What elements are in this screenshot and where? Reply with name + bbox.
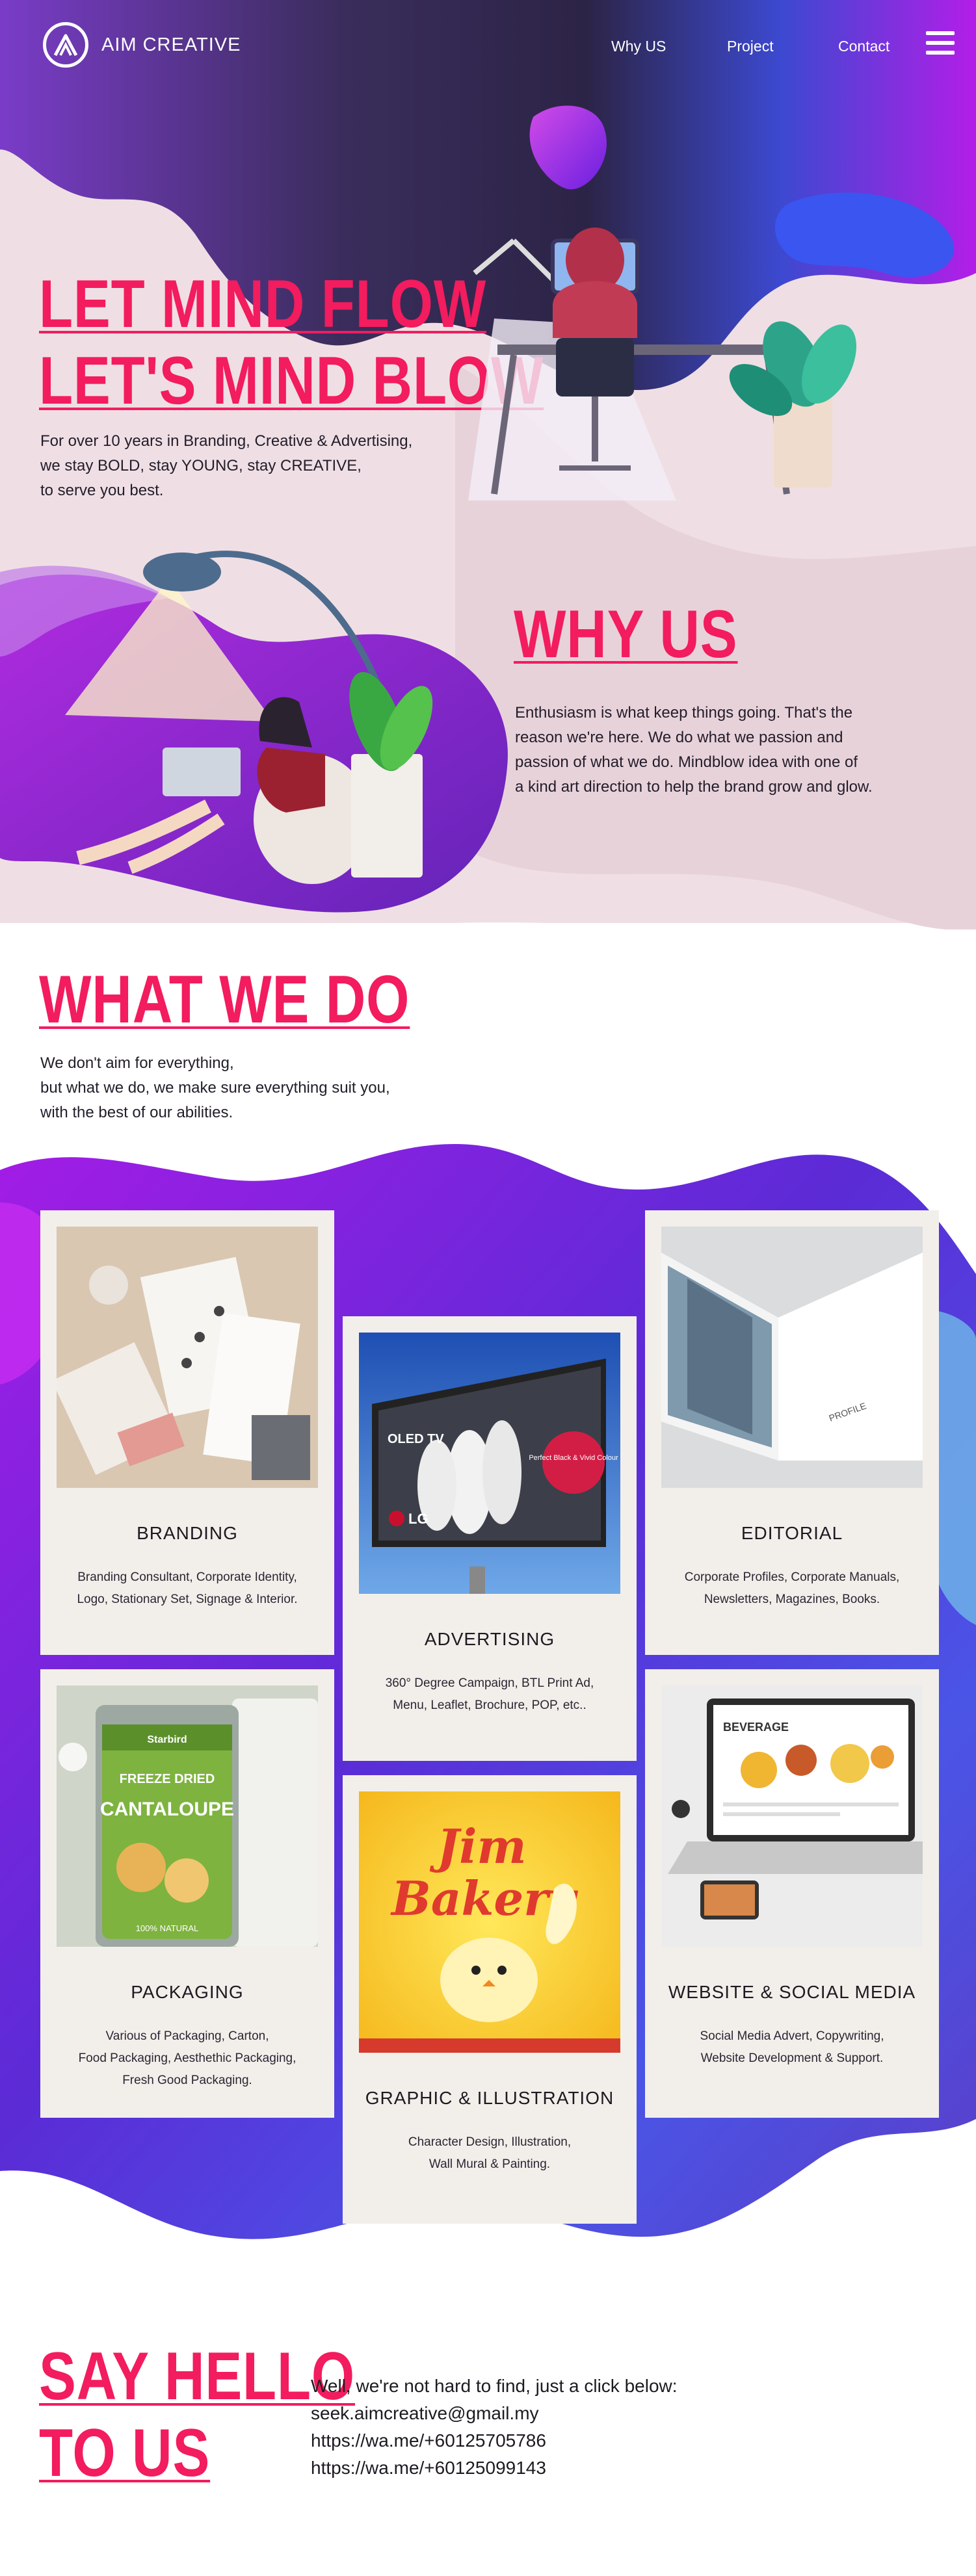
service-description: Social Media Advert, Copywriting, Websit… xyxy=(671,2025,913,2070)
service-description: Various of Packaging, Carton, Food Packa… xyxy=(66,2025,308,2092)
why-us-line: Enthusiasm is what keep things going. Th… xyxy=(515,704,853,722)
contact-whatsapp-link-2[interactable]: https://wa.me/+60125099143 xyxy=(311,2454,678,2482)
web-heading-text: BEVERAGE xyxy=(723,1721,789,1734)
contact-heading-2: TO US xyxy=(39,2415,211,2491)
branding-image xyxy=(57,1227,318,1488)
service-desc-line: Menu, Leaflet, Brochure, POP, etc.. xyxy=(393,1698,587,1712)
hero-line: we stay BOLD, stay YOUNG, stay CREATIVE, xyxy=(40,457,362,475)
contact-whatsapp-link-1[interactable]: https://wa.me/+60125705786 xyxy=(311,2427,678,2454)
what-we-do-line: with the best of our abilities. xyxy=(40,1104,233,1121)
advertising-image: Perfect Black & Vivid Colour OLED TV LG xyxy=(359,1333,620,1594)
service-card-website-social-media[interactable]: BEVERAGE WEBSITE & SOCIAL MEDIA Social M… xyxy=(645,1669,939,2118)
why-us-line: reason we're here. We do what we passion… xyxy=(515,729,843,746)
service-desc-line: Social Media Advert, Copywriting, xyxy=(700,2029,884,2043)
contact-details: Well, we're not hard to find, just a cli… xyxy=(311,2373,678,2482)
service-desc-line: Food Packaging, Aesthethic Packaging, xyxy=(78,2051,297,2065)
service-title: GRAPHIC & ILLUSTRATION xyxy=(365,2088,614,2108)
desk-illustration xyxy=(468,228,856,501)
service-title: PACKAGING xyxy=(131,1982,244,2002)
service-title: BRANDING xyxy=(137,1523,238,1543)
website-image: BEVERAGE xyxy=(661,1685,923,1947)
billboard-logo-text: LG xyxy=(408,1511,429,1527)
nav-link-project[interactable]: Project xyxy=(727,38,774,55)
service-title: EDITORIAL xyxy=(741,1523,843,1543)
service-description: Corporate Profiles, Corporate Manuals, N… xyxy=(671,1567,913,1611)
service-card-branding[interactable]: BRANDING Branding Consultant, Corporate … xyxy=(40,1210,334,1655)
packaging-image: Starbird FREEZE DRIED CANTALOUPE 100% NA… xyxy=(57,1685,318,1947)
service-desc-line: Logo, Stationary Set, Signage & Interior… xyxy=(77,1593,298,1606)
pack-product-text: CANTALOUPE xyxy=(100,1799,234,1820)
service-description: Character Design, Illustration, Wall Mur… xyxy=(369,2131,611,2176)
what-we-do-line: We don't aim for everything, xyxy=(40,1054,234,1072)
hero-line: For over 10 years in Branding, Creative … xyxy=(40,432,413,450)
service-card-advertising[interactable]: Perfect Black & Vivid Colour OLED TV LG … xyxy=(343,1316,637,1761)
logo-icon xyxy=(43,22,88,68)
nav-link-contact[interactable]: Contact xyxy=(838,38,890,55)
contact-email-link[interactable]: seek.aimcreative@gmail.my xyxy=(311,2400,678,2427)
hero-intro: For over 10 years in Branding, Creative … xyxy=(40,429,412,503)
editorial-image: PROFILE xyxy=(661,1227,923,1488)
service-desc-line: 360° Degree Campaign, BTL Print Ad, xyxy=(385,1676,594,1690)
what-we-do-line: but what we do, we make sure everything … xyxy=(40,1079,390,1097)
pack-brand-text: Starbird xyxy=(147,1734,187,1745)
service-desc-line: Character Design, Illustration, xyxy=(408,2135,572,2149)
service-card-packaging[interactable]: Starbird FREEZE DRIED CANTALOUPE 100% NA… xyxy=(40,1669,334,2118)
service-title: ADVERTISING xyxy=(424,1629,555,1649)
why-us-heading: WHY US xyxy=(514,597,738,672)
what-we-do-text: We don't aim for everything, but what we… xyxy=(40,1051,390,1125)
hero-line: to serve you best. xyxy=(40,482,164,499)
brand-logo[interactable]: AIM CREATIVE xyxy=(43,22,241,68)
service-desc-line: Fresh Good Packaging. xyxy=(122,2074,252,2087)
service-desc-line: Corporate Profiles, Corporate Manuals, xyxy=(684,1570,900,1584)
what-we-do-heading: WHAT WE DO xyxy=(39,962,410,1037)
menu-icon[interactable] xyxy=(926,31,955,55)
why-us-line: a kind art direction to help the brand g… xyxy=(515,778,873,796)
service-description: 360° Degree Campaign, BTL Print Ad, Menu… xyxy=(369,1672,611,1717)
pack-line-text: FREEZE DRIED xyxy=(120,1772,215,1786)
service-title: WEBSITE & SOCIAL MEDIA xyxy=(668,1982,916,2002)
service-card-editorial[interactable]: PROFILE EDITORIAL Corporate Profiles, Co… xyxy=(645,1210,939,1655)
service-desc-line: Various of Packaging, Carton, xyxy=(105,2029,269,2043)
why-us-line: passion of what we do. Mindblow idea wit… xyxy=(515,753,858,771)
brand-name: AIM CREATIVE xyxy=(101,34,241,55)
service-description: Branding Consultant, Corporate Identity,… xyxy=(66,1567,308,1611)
billboard-badge-text: Perfect Black & Vivid Colour xyxy=(529,1454,618,1462)
service-desc-line: Branding Consultant, Corporate Identity, xyxy=(77,1570,297,1584)
hero-headline-1: LET MIND FLOW xyxy=(39,267,487,342)
nav-link-why-us[interactable]: Why US xyxy=(611,38,666,55)
contact-intro: Well, we're not hard to find, just a cli… xyxy=(311,2376,678,2396)
illustration-image: Jim Bakery xyxy=(359,1791,620,2053)
service-card-graphic-illustration[interactable]: Jim Bakery GRAPHIC & ILLUSTRATION Charac… xyxy=(343,1775,637,2224)
service-desc-line: Website Development & Support. xyxy=(700,2051,884,2065)
contact-heading-1: SAY HELLO xyxy=(39,2339,356,2414)
service-desc-line: Wall Mural & Painting. xyxy=(429,2157,551,2171)
service-desc-line: Newsletters, Magazines, Books. xyxy=(704,1593,880,1606)
why-us-text: Enthusiasm is what keep things going. Th… xyxy=(515,701,873,800)
reading-lamp-illustration xyxy=(65,551,433,884)
billboard-brand-text: OLED TV xyxy=(388,1432,444,1446)
bakery-line1-text: Jim xyxy=(429,1819,527,1874)
pack-footer-text: 100% NATURAL xyxy=(136,1923,199,1933)
